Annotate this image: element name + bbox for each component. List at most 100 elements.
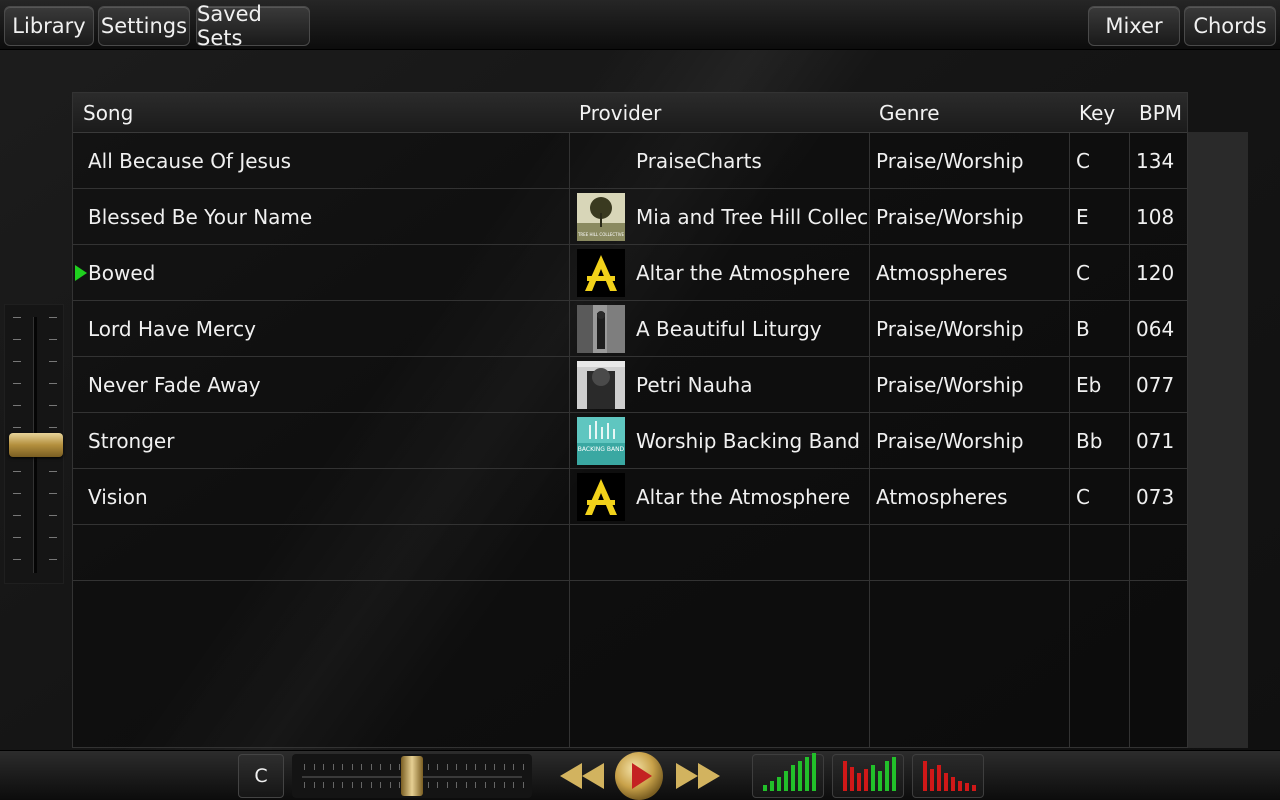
meter-bar: [923, 761, 927, 791]
provider-name: Mia and Tree Hill Collective: [636, 205, 868, 229]
meter-bar: [798, 761, 802, 791]
red-green-level-meter[interactable]: [832, 754, 904, 798]
genre: Praise/Worship: [876, 373, 1024, 397]
transport-bar: C: [0, 750, 1280, 800]
volume-knob[interactable]: [9, 433, 63, 457]
song-key: C: [1076, 485, 1090, 509]
meter-bar: [885, 761, 889, 791]
provider-name: Altar the Atmosphere: [636, 261, 851, 285]
song-bpm: 108: [1136, 205, 1175, 229]
song-key: B: [1076, 317, 1090, 341]
song-key: Eb: [1076, 373, 1102, 397]
meter-bar: [791, 765, 795, 791]
song-bpm: 077: [1136, 373, 1175, 397]
genre: Atmospheres: [876, 261, 1008, 285]
album-art: [577, 473, 625, 521]
meter-bar: [843, 761, 847, 791]
meter-bar: [944, 773, 948, 791]
meter-bar: [878, 771, 882, 791]
meter-bar: [972, 785, 976, 791]
green-level-meter[interactable]: [752, 753, 824, 798]
backing-band-cover-text: BACKING BAND: [578, 446, 625, 453]
song-bpm: 134: [1136, 149, 1175, 173]
genre: Praise/Worship: [876, 149, 1024, 173]
tempo-knob[interactable]: [401, 756, 423, 796]
genre: Praise/Worship: [876, 317, 1024, 341]
chords-button[interactable]: Chords: [1184, 6, 1276, 46]
meter-bar: [777, 777, 781, 791]
table-row[interactable]: Bowed Altar the Atmosphere Atmospheres C 120: [73, 245, 1187, 301]
song-key: C: [1076, 261, 1090, 285]
meter-bar: [850, 767, 854, 791]
song-bpm: 064: [1136, 317, 1175, 341]
tree-hill-cover-text: TREE HILL COLLECTIVE: [577, 232, 625, 237]
song-title: Blessed Be Your Name: [88, 205, 313, 229]
play-icon[interactable]: [612, 751, 666, 800]
song-table: Song Provider Genre Key BPM All Because …: [72, 92, 1188, 748]
top-toolbar: Library Settings Saved Sets Mixer Chords: [0, 0, 1280, 50]
table-row[interactable]: Stronger BACKING BAND Worship Backing Band…: [73, 413, 1187, 469]
genre: Praise/Worship: [876, 205, 1024, 229]
library-button[interactable]: Library: [4, 6, 94, 46]
tempo-slider[interactable]: [292, 754, 532, 798]
meter-bar: [871, 765, 875, 791]
song-bpm: 120: [1136, 261, 1175, 285]
header-provider[interactable]: Provider: [579, 93, 661, 133]
meter-bar: [857, 773, 861, 791]
song-bpm: 071: [1136, 429, 1175, 453]
meter-bar: [784, 771, 788, 791]
table-row[interactable]: Blessed Be Your Name TREE HILL COLLECTIVE…: [73, 189, 1187, 245]
meter-bar: [958, 781, 962, 791]
rewind-icon[interactable]: [556, 757, 608, 795]
table-header: Song Provider Genre Key BPM: [73, 93, 1187, 133]
provider-name: Petri Nauha: [636, 373, 753, 397]
album-art: [577, 361, 625, 409]
header-key[interactable]: Key: [1079, 93, 1115, 133]
provider-name: Worship Backing Band: [636, 429, 860, 453]
volume-fader[interactable]: [4, 304, 64, 584]
meter-bar: [805, 757, 809, 791]
song-title: Lord Have Mercy: [88, 317, 256, 341]
table-row[interactable]: All Because Of Jesus PraiseCharts Praise/W…: [73, 133, 1187, 189]
fast-forward-icon[interactable]: [672, 757, 724, 795]
album-art: BACKING BAND: [577, 417, 625, 465]
song-title: Bowed: [88, 261, 156, 285]
song-key: C: [1076, 149, 1090, 173]
table-row[interactable]: Vision Altar the Atmosphere Atmospheres C 07…: [73, 469, 1187, 525]
header-genre[interactable]: Genre: [879, 93, 940, 133]
meter-bar: [864, 769, 868, 791]
provider-name: A Beautiful Liturgy: [636, 317, 822, 341]
song-key: E: [1076, 205, 1089, 229]
table-scrollbar[interactable]: [1188, 132, 1248, 748]
song-title: Never Fade Away: [88, 373, 261, 397]
provider-name: Altar the Atmosphere: [636, 485, 851, 509]
mixer-button[interactable]: Mixer: [1088, 6, 1180, 46]
meter-bar: [812, 753, 816, 791]
header-song[interactable]: Song: [83, 93, 133, 133]
key-button[interactable]: C: [238, 754, 284, 798]
table-row[interactable]: Never Fade Away Petri Nauha Praise/Worship…: [73, 357, 1187, 413]
meter-bar: [937, 765, 941, 791]
now-playing-icon: [75, 265, 87, 281]
meter-bar: [965, 783, 969, 791]
table-row[interactable]: Lord Have Mercy A Beautiful Liturgy Praise…: [73, 301, 1187, 357]
empty-row: [73, 525, 1187, 581]
genre: Praise/Worship: [876, 429, 1024, 453]
settings-button[interactable]: Settings: [98, 6, 190, 46]
song-key: Bb: [1076, 429, 1103, 453]
song-bpm: 073: [1136, 485, 1175, 509]
header-bpm[interactable]: BPM: [1139, 93, 1182, 133]
meter-bar: [951, 777, 955, 791]
saved-sets-button[interactable]: Saved Sets: [196, 2, 310, 50]
album-art: [577, 249, 625, 297]
meter-bar: [770, 781, 774, 791]
meter-bar: [892, 757, 896, 791]
meter-bar: [763, 785, 767, 791]
album-art: TREE HILL COLLECTIVE: [577, 193, 625, 241]
red-level-meter[interactable]: [912, 754, 984, 798]
song-title: All Because Of Jesus: [88, 149, 292, 173]
album-art: [577, 305, 625, 353]
genre: Atmospheres: [876, 485, 1008, 509]
provider-name: PraiseCharts: [636, 149, 762, 173]
song-title: Stronger: [88, 429, 175, 453]
